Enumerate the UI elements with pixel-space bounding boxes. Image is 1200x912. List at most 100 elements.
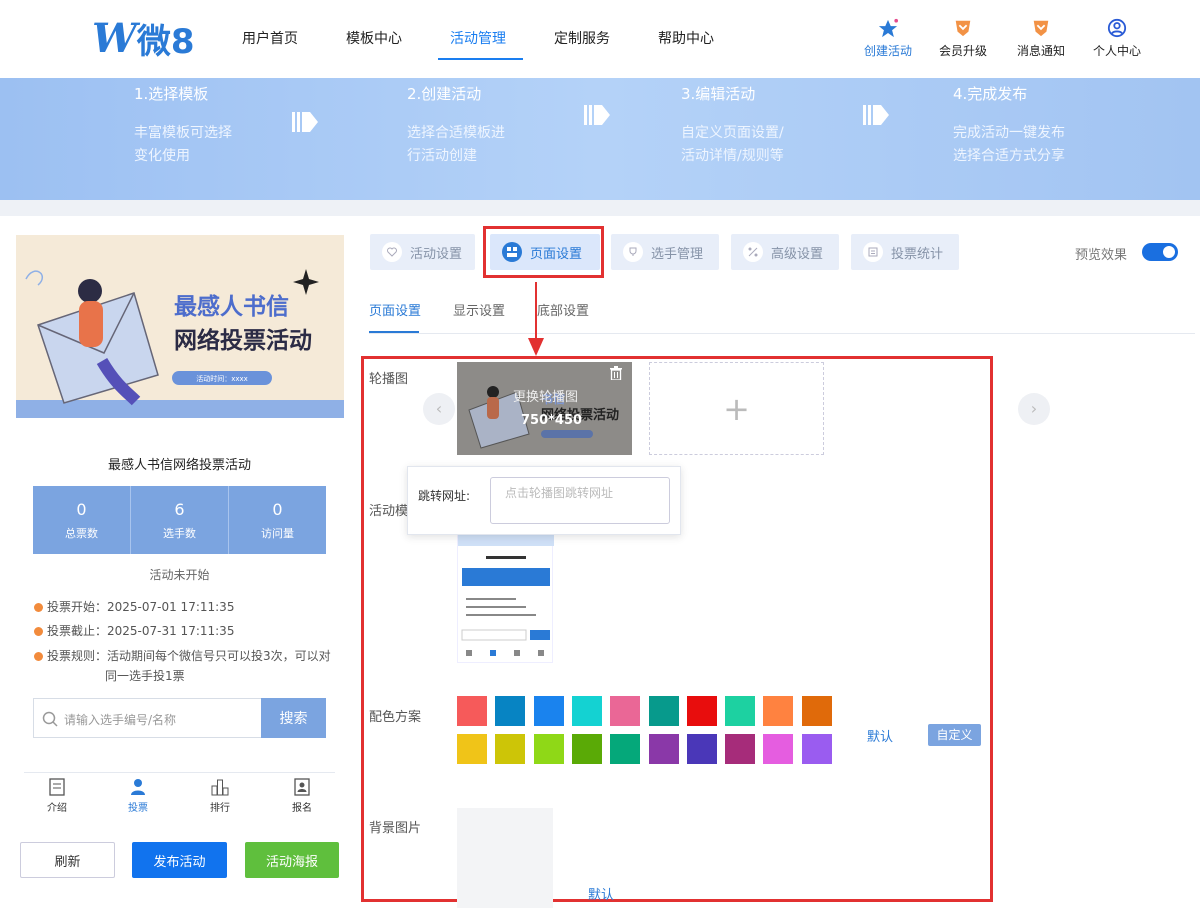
jump-url-label: 跳转网址: [418,489,471,503]
color-swatch[interactable] [457,696,487,726]
carousel-image[interactable]: 书信 网络投票活动 更换轮播图 750*450 [457,362,632,455]
template-thumbnail[interactable] [457,525,554,663]
tab-label: 投票 [128,803,148,814]
tab-activity-settings[interactable]: 活动设置 [370,234,475,270]
nav-help[interactable]: 帮助中心 [658,28,714,48]
activity-status: 活动未开始 [149,568,210,582]
cover-image: 最感人书信 网络投票活动 活动时间：xxxx [16,235,344,418]
color-swatch[interactable] [763,696,794,726]
color-swatch[interactable] [648,696,679,726]
personal-center-button[interactable]: 个人中心 [1092,18,1142,59]
color-swatch[interactable] [686,734,717,764]
personal-center-label: 个人中心 [1092,44,1141,58]
search-button[interactable]: 搜索 [261,698,326,738]
replace-carousel-button[interactable]: 更换轮播图 [513,386,578,405]
color-swatch[interactable] [495,734,526,764]
vote-start: 投票开始：2025-07-01 17:11:35 [34,596,234,618]
search-input[interactable]: 请输入选手编号/名称 [64,711,176,728]
step-desc-line2: 行活动创建 [407,148,477,164]
activity-poster-button[interactable]: 活动海报 [245,842,339,878]
step-title: 4.完成发布 [953,85,1028,103]
tab-label: 选手管理 [651,246,704,262]
tab-label: 活动设置 [410,246,463,262]
color-swatch[interactable] [457,734,487,764]
subtab-page-settings[interactable]: 页面设置 [369,300,421,319]
carousel-prev-button[interactable]: ‹ [423,393,455,425]
tab-label: 排行 [210,803,230,814]
tabbar-divider [24,772,335,773]
add-carousel-button[interactable]: + [649,362,824,455]
vote-rule: 投票规则：活动期间每个微信号只可以投3次，可以对 [34,645,331,667]
nav-custom-service[interactable]: 定制服务 [554,28,610,48]
tab-intro[interactable]: 介绍 [37,778,77,814]
step-desc-line2: 变化使用 [134,148,190,164]
nav-templates[interactable]: 模板中心 [346,28,402,48]
nav-home[interactable]: 用户首页 [242,28,298,48]
stat-value: 0 [76,500,87,519]
color-swatch[interactable] [725,696,756,726]
heart-icon [382,242,402,262]
site-logo[interactable]: W 微8 [92,15,195,62]
background-image-slot[interactable] [457,808,553,908]
trash-icon[interactable] [610,366,622,380]
step-desc-line1: 完成活动一键发布 [953,125,1065,141]
nav-activity-management[interactable]: 活动管理 [450,28,506,48]
bell-icon [1033,20,1049,37]
vote-end: 投票截止：2025-07-31 17:11:35 [34,620,234,642]
color-scheme-label: 配色方案 [369,710,422,725]
jump-url-placeholder: 点击轮播图跳转网址 [505,486,614,500]
template-preview-image [458,526,554,656]
publish-activity-button[interactable]: 发布活动 [132,842,227,878]
color-swatch[interactable] [801,734,832,764]
stats-box: 0 总票数 6 选手数 0 访问量 [33,486,326,554]
tab-ranking[interactable]: 排行 [200,778,240,814]
document-icon [49,778,65,796]
subtab-display-settings[interactable]: 显示设置 [453,300,505,319]
vote-end-text: 投票截止：2025-07-31 17:11:35 [47,624,235,638]
stat-visits: 0 访问量 [229,486,326,554]
stat-label: 选手数 [163,527,196,540]
color-swatch[interactable] [495,696,526,726]
color-swatch[interactable] [610,696,641,726]
stat-label: 访问量 [261,527,294,540]
member-upgrade-button[interactable]: 会员升级 [938,18,988,59]
tab-vote[interactable]: 投票 [118,778,158,814]
carousel-next-button[interactable]: › [1018,393,1050,425]
info-dot-icon [34,652,43,661]
search-icon [42,711,58,727]
cover-title-line2: 网络投票活动 [174,328,312,354]
step-title: 3.编辑活动 [681,85,756,103]
person-icon [131,779,145,795]
activity-name: 最感人书信网络投票活动 [107,458,251,473]
color-swatch[interactable] [801,696,832,726]
color-swatch[interactable] [571,696,602,726]
color-swatch[interactable] [763,734,794,764]
tab-advanced-settings[interactable]: 高级设置 [731,234,839,270]
percent-icon [743,242,763,262]
cover-time: 活动时间：xxxx [196,375,248,383]
color-swatch[interactable] [686,696,717,726]
color-swatch[interactable] [725,734,756,764]
tab-contestant-management[interactable]: 选手管理 [611,234,719,270]
refresh-button[interactable]: 刷新 [20,842,115,878]
step-1: 1.选择模板 丰富模板可选择 变化使用 [134,83,232,168]
ranking-icon [211,779,229,796]
tab-signup[interactable]: 报名 [282,778,322,814]
notifications-button[interactable]: 消息通知 [1016,18,1066,59]
tab-vote-statistics[interactable]: 投票统计 [851,234,959,270]
step-desc-line1: 选择合适模板进 [407,125,505,141]
color-swatch[interactable] [648,734,679,764]
notifications-label: 消息通知 [1016,44,1065,58]
preview-toggle[interactable] [1142,243,1178,261]
tab-label: 高级设置 [771,246,824,262]
carousel-label: 轮播图 [369,372,409,387]
color-swatch[interactable] [571,734,602,764]
create-activity-button[interactable]: 创建活动 [863,18,913,59]
color-swatch[interactable] [533,696,564,726]
jump-url-input[interactable]: 点击轮播图跳转网址 [490,477,670,524]
color-swatch[interactable] [610,734,641,764]
background-default-button[interactable]: 默认 [588,884,614,903]
color-swatch[interactable] [533,734,564,764]
default-color-button[interactable]: 默认 [867,726,893,745]
custom-color-button[interactable]: 自定义 [928,724,981,746]
